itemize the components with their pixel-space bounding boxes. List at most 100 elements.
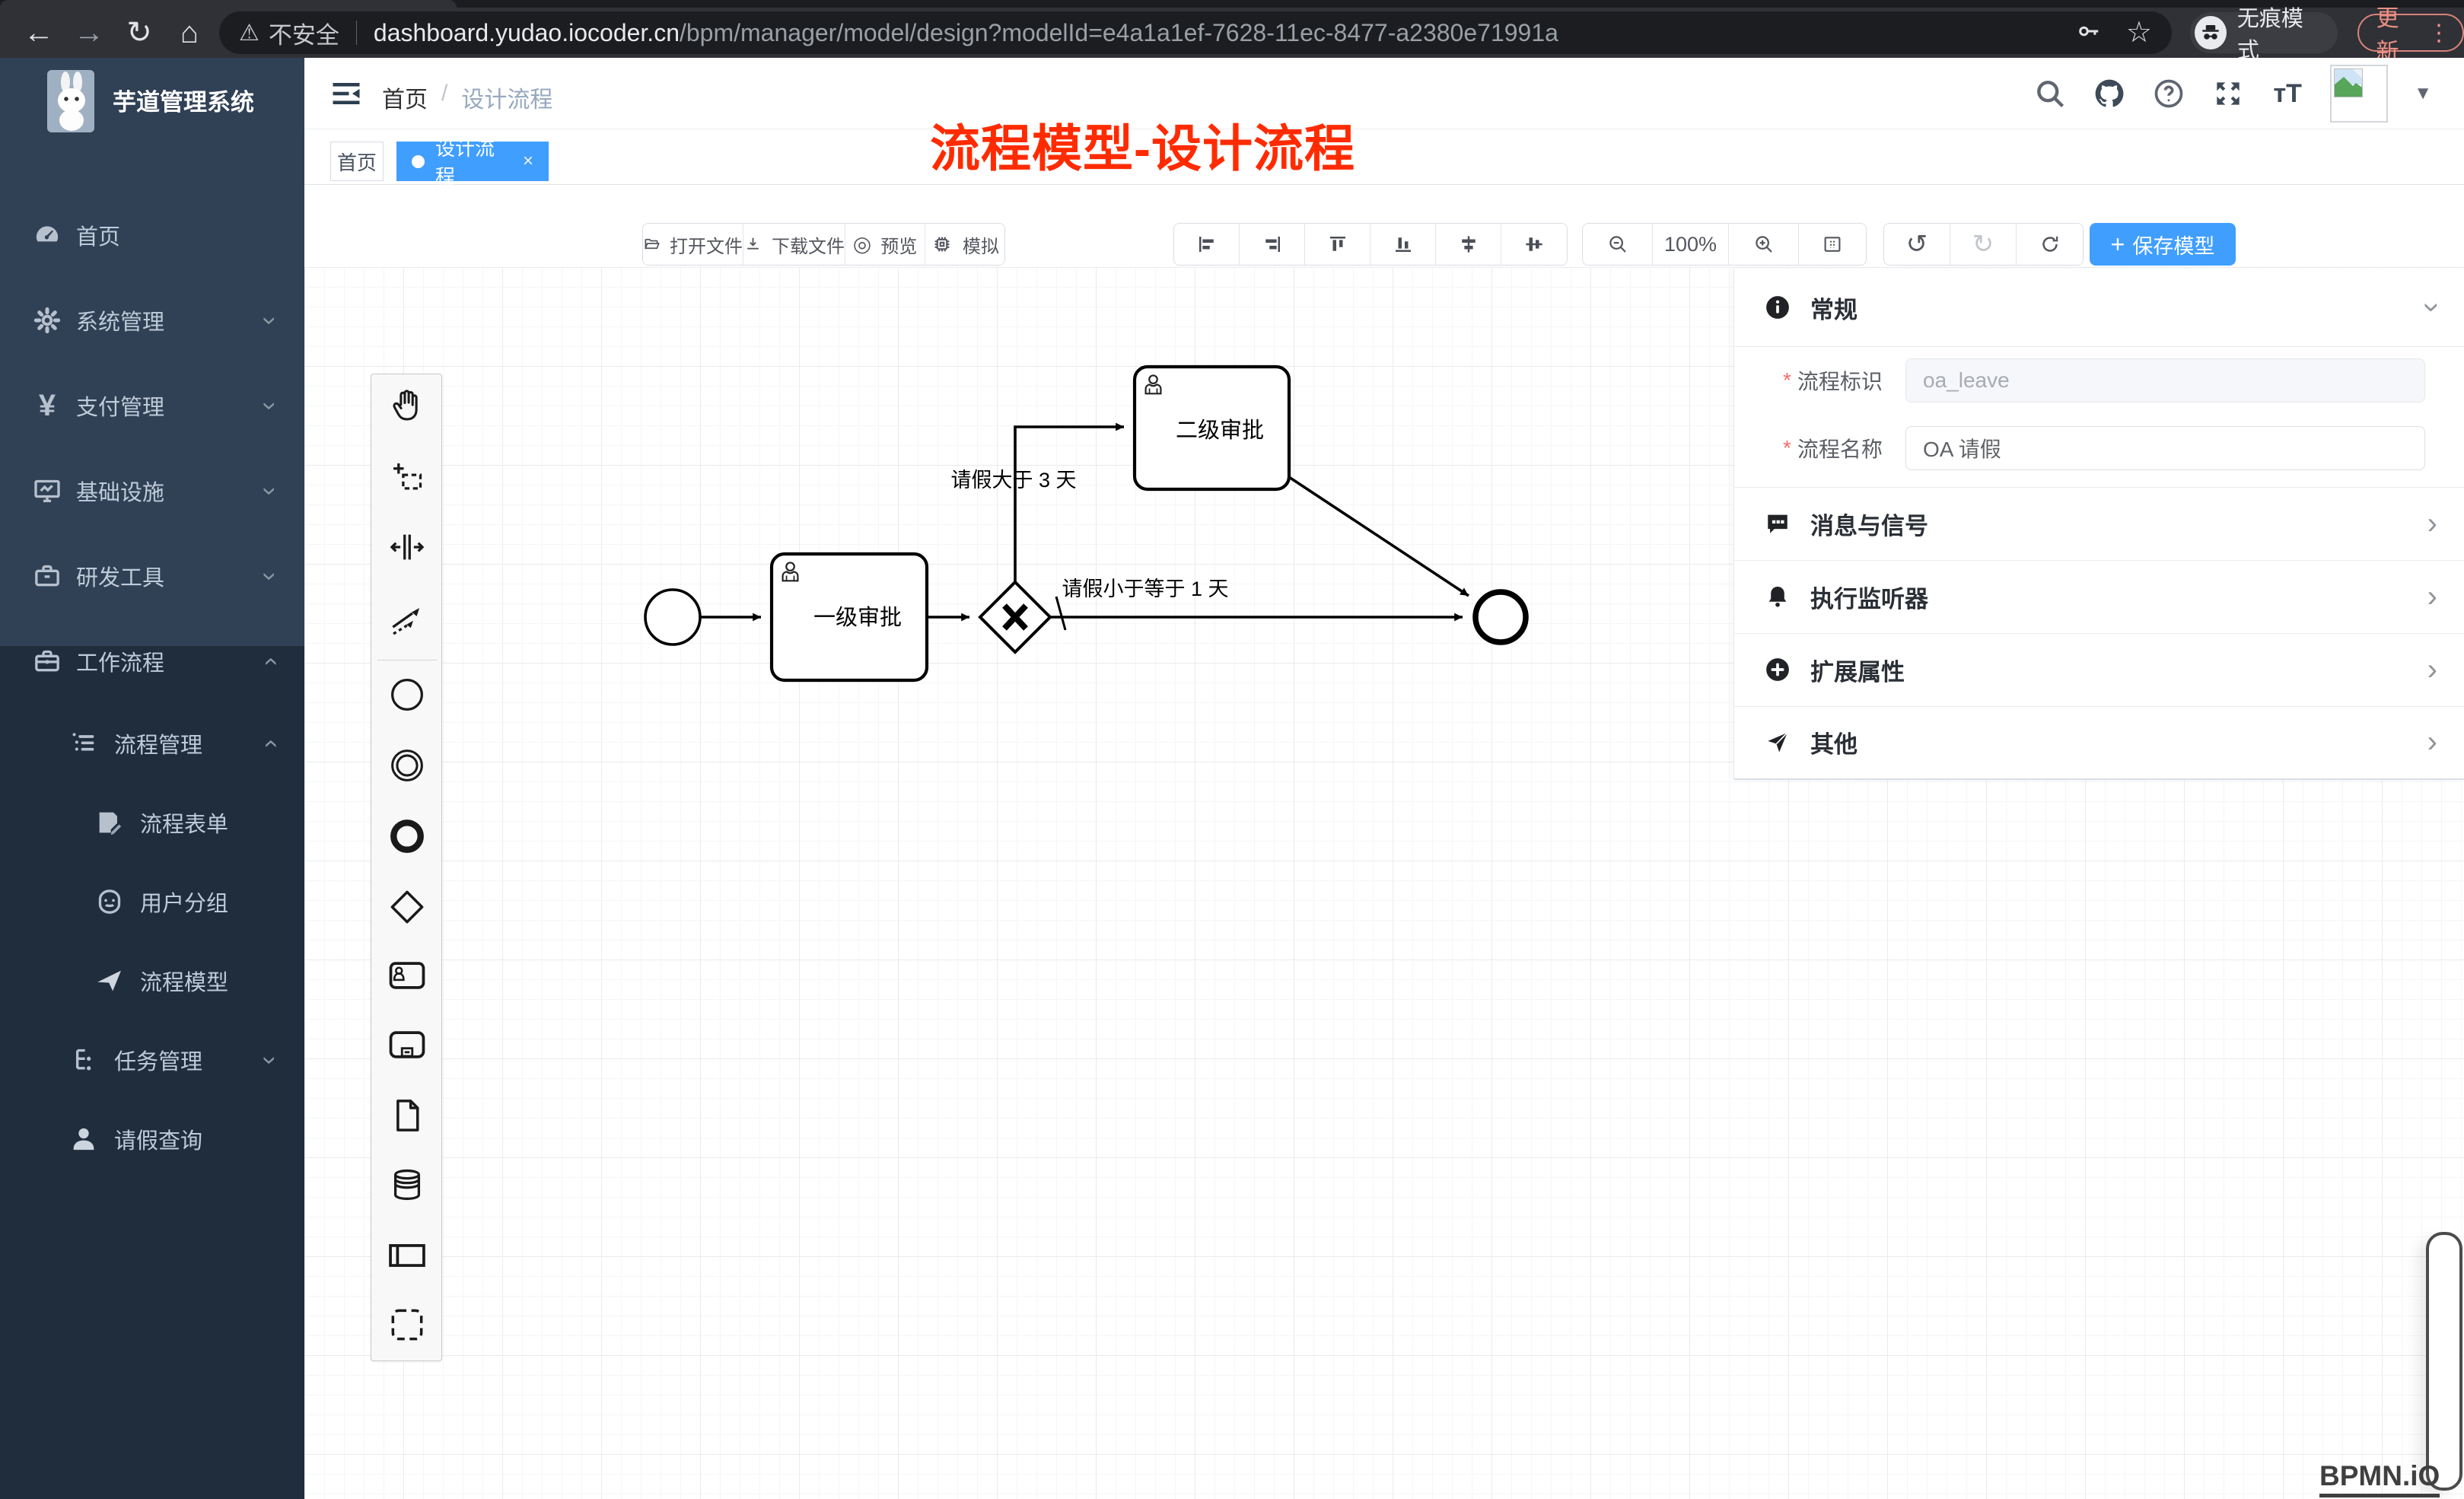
browser-chrome: ← → ↻ ⌂ ⚠ 不安全 dashboard.yudao.iocoder.cn… [0,0,2464,58]
browser-menu-icon[interactable]: ⋮ [2427,20,2450,46]
chevron-right-icon: › [2427,581,2437,612]
end-event[interactable] [1476,592,1526,642]
send-icon [1765,729,1791,755]
chevron-down-icon: › [255,1055,285,1064]
plus-circle-icon [1765,657,1791,683]
help-icon[interactable] [2152,77,2185,110]
message-icon [1765,511,1791,536]
canvas-overlay-shape [2426,1232,2462,1491]
section-other[interactable]: 其他 › [1734,706,2464,778]
yen-icon: ¥ [30,389,64,422]
tab-design-process[interactable]: 设计流程 × [396,142,549,181]
designer-canvas: 打开文件 下载文件 ◎ 预览 模拟 [304,185,2464,1499]
task-first-approval[interactable]: 一级审批 [772,554,927,680]
app-logo[interactable]: 芋道管理系统 [0,58,304,134]
exclusive-gateway[interactable] [980,582,1050,652]
url-domain: dashboard.yudao.iocoder.cn [374,19,680,47]
chevron-right-icon: › [2427,727,2437,757]
dashboard-icon [30,218,64,252]
chevron-down-icon: › [255,316,285,324]
chevron-right-icon: › [2427,654,2437,685]
bell-icon [1765,584,1791,609]
back-icon[interactable]: ← [14,16,64,50]
flow-label-gt3days[interactable]: 请假大于 3 天 [950,469,1076,492]
browser-update-button[interactable]: 更新 ⋮ [2357,14,2464,52]
chevron-down-icon: › [255,486,285,495]
sidebar-item-workflow[interactable]: 工作流程 › [0,619,304,704]
process-name-field-row: * 流程名称 [1734,426,2464,470]
required-mark: * [1783,436,1791,460]
not-secure-label: 不安全 [269,16,339,50]
reload-icon[interactable]: ↻ [114,15,164,50]
url-path: /bpm/manager/model/design?modelId=e4a1a1… [680,19,2061,47]
start-event[interactable] [645,590,700,644]
process-name-label: 流程名称 [1797,433,1910,463]
section-general[interactable]: 常规 › [1734,269,2464,346]
sidebar: 芋道管理系统 首页 系统管理 › ¥ 支付管理 › 基础设施 › 研发工具 › [0,58,304,1499]
active-tab-dot-icon [412,155,425,168]
url-bar[interactable]: ⚠ 不安全 dashboard.yudao.iocoder.cn /bpm/ma… [219,11,2172,54]
process-key-input[interactable] [1905,358,2425,403]
breadcrumb: 首页 / 设计流程 [382,81,552,114]
org-tree-icon [67,1043,100,1077]
sidebar-item-process-mgmt[interactable]: 流程管理 › [0,704,304,783]
sidebar-item-user-group[interactable]: 用户分组 [0,862,304,941]
face-icon [93,885,126,918]
search-icon[interactable] [2033,77,2067,110]
breadcrumb-home[interactable]: 首页 [382,81,428,114]
section-extended-attrs[interactable]: 扩展属性 › [1734,633,2464,706]
avatar[interactable] [2330,65,2388,123]
process-name-input[interactable] [1905,426,2425,470]
toolbox-icon [30,559,64,593]
sidebar-item-infrastructure[interactable]: 基础设施 › [0,448,304,533]
flow-gateway-to-task2[interactable] [1015,427,1124,582]
sidebar-item-system[interactable]: 系统管理 › [0,278,304,363]
process-key-field-row: * 流程标识 [1734,358,2464,403]
app-title: 芋道管理系统 [113,83,254,117]
sidebar-item-payment[interactable]: ¥ 支付管理 › [0,363,304,448]
bpmn-io-watermark[interactable]: BPMN.iO [2319,1460,2440,1497]
chevron-up-icon: › [255,739,285,747]
chevron-up-icon: › [255,657,285,665]
properties-panel: 常规 › * 流程标识 * 流程名称 消息与信号 › 执行监听器 [1733,269,2464,780]
tab-close-icon[interactable]: × [523,151,533,172]
task-second-approval[interactable]: 二级审批 [1135,367,1289,489]
sidebar-item-task-mgmt[interactable]: 任务管理 › [0,1020,304,1100]
sidebar-collapse-icon[interactable] [329,78,363,110]
chevron-right-icon: › [2427,508,2437,539]
browser-active-tab[interactable] [0,0,457,8]
tab-home[interactable]: 首页 [330,142,384,181]
person-icon [67,1122,100,1156]
annotation-title: 流程模型-设计流程 [930,108,1355,181]
chevron-down-icon: › [255,401,285,409]
not-secure-icon: ⚠ [239,20,259,46]
sidebar-item-process-model[interactable]: 流程模型 [0,941,304,1020]
bookmark-star-icon[interactable]: ☆ [2126,18,2152,47]
flow-task2-to-end[interactable] [1289,477,1469,596]
form-edit-icon [93,806,126,839]
key-icon[interactable] [2076,18,2103,49]
chevron-down-icon: › [255,571,285,580]
fullscreen-icon[interactable] [2211,77,2245,110]
github-icon[interactable] [2093,77,2126,110]
home-icon[interactable]: ⌂ [164,16,215,50]
monitor-icon [30,474,64,508]
default-flow-marker [1056,597,1065,630]
section-message-signal[interactable]: 消息与信号 › [1734,487,2464,560]
url-divider [356,21,357,45]
paper-plane-icon [93,964,126,998]
sidebar-item-home[interactable]: 首页 [0,193,304,278]
section-execution-listener[interactable]: 执行监听器 › [1734,560,2464,633]
sidebar-item-devtools[interactable]: 研发工具 › [0,533,304,619]
sidebar-item-process-form[interactable]: 流程表单 [0,783,304,862]
avatar-caret-icon[interactable]: ▼ [2414,83,2432,104]
view-tabbar: 首页 设计流程 × [304,129,2464,185]
font-size-icon[interactable]: ᴛT [2271,77,2304,110]
logo-rabbit-image [47,70,94,132]
flow-label-le1day[interactable]: 请假小于等于 1 天 [1062,578,1228,600]
task1-label: 一级审批 [813,605,902,630]
gear-icon [30,304,64,337]
forward-icon[interactable]: → [64,16,114,50]
chevron-down-icon: › [2417,302,2447,312]
sidebar-item-leave-query[interactable]: 请假查询 [0,1100,304,1179]
